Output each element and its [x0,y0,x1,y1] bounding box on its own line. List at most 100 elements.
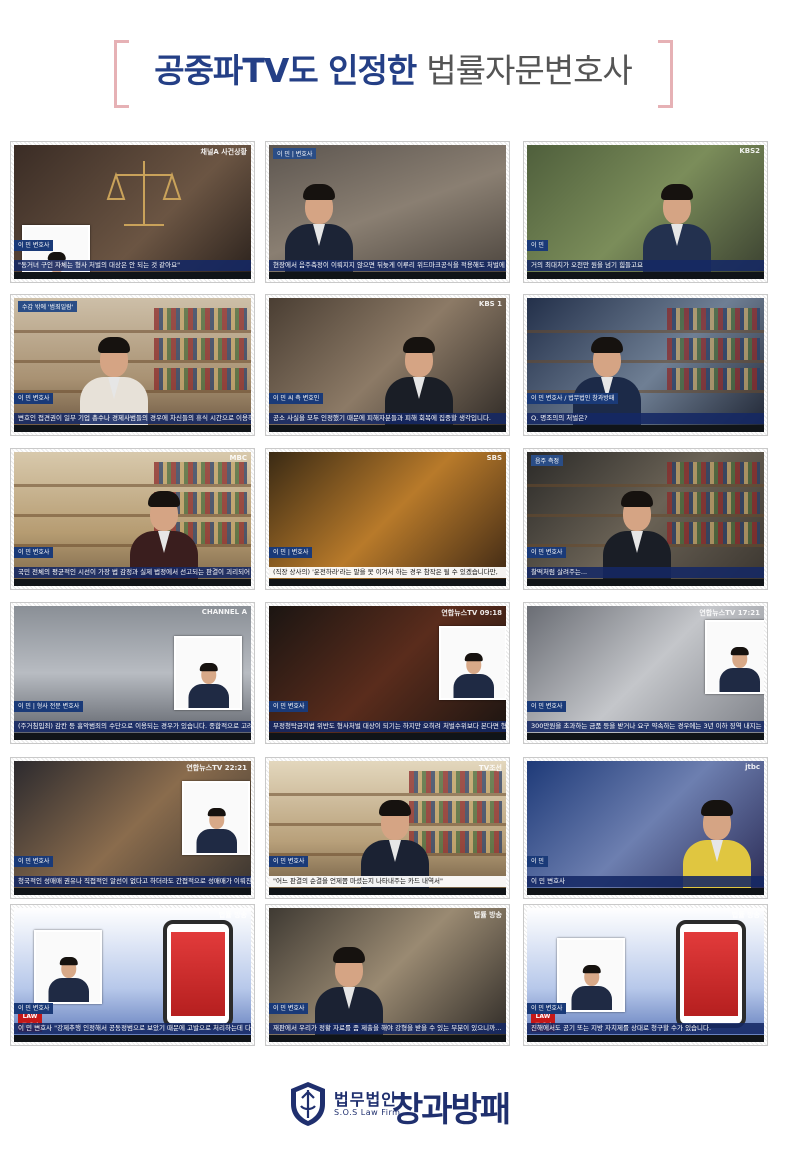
news-caption: 부정청탁금지법 위반도 형사처벌 대상이 되기는 하지만 오히려 처벌수위보다 … [269,721,506,732]
channel-logo: 연합뉴스TV 22:21 [186,764,247,772]
news-caption: 진해에서도 공기 또는 지방 자치제를 상대로 청구할 수가 있습니다. [527,1023,764,1034]
news-caption: 현장에서 음주측정이 이뤄지지 않으면 뒤늦게 이루리 위드마크공식을 적용해도… [269,260,506,271]
news-caption: Q. 명조의의 처벌은? [527,413,764,424]
news-ticker-bar [527,579,764,586]
news-caption: 청국적인 성매매 권유나 직접적인 알선이 없다고 하더라도 간접적으로 성매매… [14,876,251,887]
lawyer-portrait-inset [182,781,250,855]
news-screenshot-tile: TV조선 이 민 변호사 "어느 판결의 순결을 언제쯤 마셨는지 나타내주는 카드… [265,757,510,899]
channel-logo: 법률 방송 [473,911,502,919]
firm-logo: 법무법인 S.O.S Law Firm 창과방패 [0,1080,786,1140]
smartphone-graphic [676,920,746,1028]
broadcast-frame: 이 민 변호사 / 법무법인 창과방패 Q. 명조의의 처벌은? [527,298,764,432]
news-screenshot-tile: 이 민 | 변호사현장에서 음주측정이 이뤄지지 않으면 뒤늦게 이루리 위드마… [265,141,510,283]
firm-type: 법무법인 [334,1090,397,1109]
segment-tag: 음주 측정 [531,455,563,466]
news-caption: 재판에서 우리가 정황 자료를 좀 제출을 해야 강형을 받을 수 있는 부분이… [269,1023,506,1034]
books [154,308,247,330]
books [154,462,247,484]
lawyer-portrait-inset [174,636,242,710]
news-ticker-bar [14,733,251,740]
firm-english-name: S.O.S Law Firm [334,1108,401,1117]
broadcast-frame: KBS2 이 민거의 최대치가 오천만 원을 넘기 힘들고요 [527,145,764,279]
news-ticker-bar [14,1035,251,1042]
channel-logo: KBS2 [739,147,760,155]
broadcast-frame: TV조선 이 민 변호사 "어느 판결의 순결을 언제쯤 마셨는지 나타내주는 카드… [269,761,506,895]
broadcast-frame: 연합뉴스TV 22:21 이 민 변호사청국적인 성매매 권유나 직접적인 알선이… [14,761,251,895]
title-bold: 공중파TV도 인정한 [154,51,417,90]
broadcast-frame: 이 민 | 변호사현장에서 음주측정이 이뤄지지 않으면 뒤늦게 이루리 위드마… [269,145,506,279]
books [667,368,760,390]
news-caption: "동거녀 구인 자체는 형사 처벌의 대상은 안 되는 것 같아요" [14,260,251,271]
broadcast-frame: LAW투데이법률 방송이 민 변호사이 민 변호사 "강제추행 인정해서 공동정… [14,908,251,1042]
channel-logo: 법률 방송 [218,911,247,919]
segment-tag: 수갑 밖에 '범죄일람' [18,301,78,312]
news-screenshot-tile: 음주 측정 이 민 변호사 찰떡처럼 살려주는... [523,448,768,590]
news-ticker-bar [269,1035,506,1042]
news-ticker-bar [14,425,251,432]
news-ticker-bar [14,579,251,586]
page-header: 공중파TV도 인정한 법률자문변호사 [0,0,786,120]
books [667,308,760,330]
news-screenshot-tile: jtbc 이 민이 민 변호사 [523,757,768,899]
news-screenshot-tile: LAW투데이법률 방송이 민 변호사이 민 변호사 "강제추행 인정해서 공동정… [10,904,255,1046]
shield-emblem-icon [291,1082,325,1126]
smartphone-graphic [163,920,233,1028]
page-title: 공중파TV도 인정한 법률자문변호사 [0,44,786,92]
books [667,492,760,514]
news-screenshot-tile: 연합뉴스TV 17:21 이 민 변호사 300만원을 초과하는 금품 등을 받거나… [523,602,768,744]
news-ticker-bar [269,272,506,279]
lawyer-portrait-inset [557,938,625,1012]
books [667,522,760,544]
news-screenshot-tile: 연합뉴스TV 09:18 이 민 변호사부정청탁금지법 위반도 형사처벌 대상이 … [265,602,510,744]
segment-tag: 이 민 | 변호사 [273,148,317,159]
lawyer-name-label: 이 민 변호사 [269,701,309,712]
lawyer-name-label: 이 민 [527,240,548,251]
news-caption: 이 민 변호사 "강제추행 인정해서 공동정범으로 보았기 때문에 고발으로 처… [14,1023,251,1034]
news-ticker-bar [269,579,506,586]
broadcast-frame: KBS 1 이 민 씨 측 변호인 공소 사실을 모두 인정했기 때문에 피해자분들… [269,298,506,432]
news-screenshot-tile: 법률 방송 이 민 변호사 재판에서 우리가 정황 자료를 좀 제출을 해야 강형을… [265,904,510,1046]
channel-logo: CHANNEL A [201,608,247,616]
bookshelf [527,330,764,333]
news-caption: 300만원을 초과하는 금품 등을 받거나 요구 약속하는 경우에는 3년 이하… [527,721,764,732]
news-screenshot-tile: SBS 이 민 | 변호사 (직장 상사의) '운전하라'라는 말을 못 이겨서 하… [265,448,510,590]
lawyer-name-label: 이 민 [527,856,548,867]
lawyer-name-label: 이 민 변호사 [14,240,54,251]
broadcast-frame: 연합뉴스TV 17:21 이 민 변호사 300만원을 초과하는 금품 등을 받거나… [527,606,764,740]
scales-of-justice-icon [106,161,182,226]
lawyer-name-label: 이 민 | 형사 전문 변호사 [14,701,84,712]
lawyer-name-label: 이 민 변호사 [14,856,54,867]
lawyer-name-label: 이 민 변호사 [527,547,567,558]
news-ticker-bar [269,425,506,432]
lawyer-name-label: 이 민 변호사 / 법무법인 창과방패 [527,393,619,404]
news-screenshot-tile: KBS 1 이 민 씨 측 변호인 공소 사실을 모두 인정했기 때문에 피해자분들… [265,294,510,436]
channel-logo: 연합뉴스TV 09:18 [441,609,502,617]
broadcast-frame: CHANNEL A 이 민 | 형사 전문 변호사 (주거침입죄) 감칸 등 흉악범… [14,606,251,740]
lawyer-portrait-inset [34,930,102,1004]
firm-brand-name: 창과방패 [392,1090,511,1130]
news-ticker-bar [269,888,506,895]
news-ticker-bar [527,1035,764,1042]
lawyer-name-label: 이 민 변호사 [14,547,54,558]
books [154,338,247,360]
lawyer-portrait-inset [439,626,506,700]
broadcast-frame: 채널A 사건상황이 민 변호사 "동거녀 구인 자체는 형사 처벌의 대상은 안 … [14,145,251,279]
news-caption: 거의 최대치가 오천만 원을 넘기 힘들고요 [527,260,764,271]
channel-logo: 법률 방송 [731,911,760,919]
broadcast-frame: 법률 방송 이 민 변호사 재판에서 우리가 정황 자료를 좀 제출을 해야 강형을… [269,908,506,1042]
bookshelf [14,330,251,333]
lawyer-name-label: 이 민 씨 측 변호인 [269,393,324,404]
lawyer-name-label: 이 민 변호사 [14,1003,54,1014]
news-ticker-bar [14,272,251,279]
channel-logo: 채널A 사건상황 [200,148,248,156]
bookshelf [527,484,764,487]
broadcast-frame: 연합뉴스TV 09:18 이 민 변호사부정청탁금지법 위반도 형사처벌 대상이 … [269,606,506,740]
books [409,771,502,793]
broadcast-frame: 수갑 밖에 '범죄일람' 이 민 변호사 변호인 접견권이 일부 기업 총수나 경제… [14,298,251,432]
books [667,338,760,360]
lawyer-name-label: 이 민 | 변호사 [269,547,313,558]
news-ticker-bar [14,888,251,895]
bookshelf [269,793,506,796]
bookshelf [14,484,251,487]
broadcast-frame: LAW투데이법률 방송이 민 변호사진해에서도 공기 또는 지방 자치제를 상대… [527,908,764,1042]
